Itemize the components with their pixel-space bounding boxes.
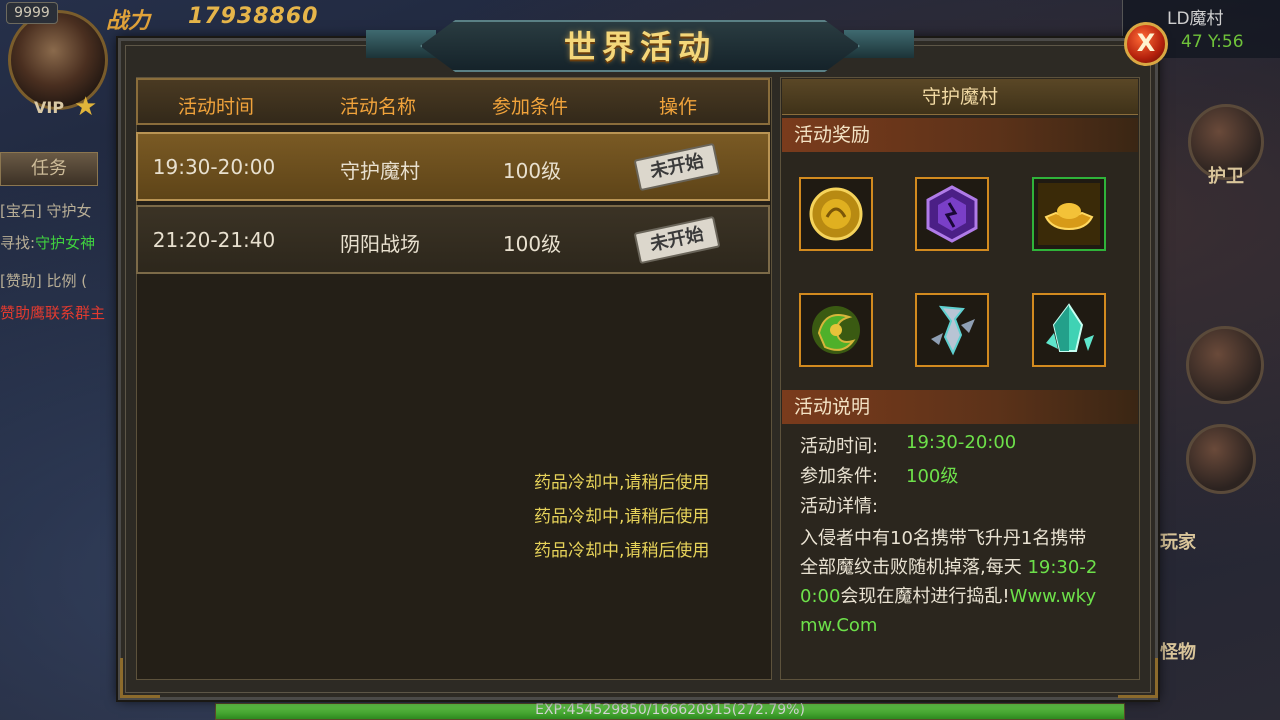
header-action: 操作 [658,96,697,118]
silver-shard-icon [931,305,975,356]
exp-bar: EXP:454529850/166620915(272.79%) [215,702,1125,720]
monster-target-label[interactable]: 怪物 [1160,638,1196,664]
header-condition: 参加条件 [491,96,568,118]
player-target-label[interactable]: 玩家 [1160,528,1196,554]
quest-target-link[interactable]: 守护女神 [35,234,95,252]
crystal-shard-icon [1046,303,1094,352]
row-name: 阴阳战场 [340,232,420,256]
quest-line[interactable]: 赞助鹰联系群主 [0,302,105,323]
quest-line-text: 寻找: [0,234,36,252]
quest-line[interactable]: [赞助] 比例 ( [0,270,87,291]
vip-label: VIP [34,98,65,117]
info-time-label: 活动时间: [800,436,879,457]
quest-line-text: [宝石] 守护女 [0,202,92,220]
header-time: 活动时间 [177,96,254,118]
dialog-title: 世界活动 [563,28,716,66]
exp-text: EXP:454529850/166620915(272.79%) [535,702,805,718]
gold-coin-icon [809,187,863,241]
reward-item-3[interactable] [1032,177,1106,251]
combat-power-value: 17938860 [188,4,319,29]
close-icon: X [1136,29,1156,57]
table-row[interactable]: 21:20-21:40 阴阳战场 100级 未开始 [136,205,770,274]
quest-line[interactable]: [宝石] 守护女 [0,200,91,221]
gold-ingot-icon [1038,183,1100,245]
player-level-badge: 9999 [6,2,58,24]
reward-item-2[interactable] [915,177,989,251]
row-condition: 100级 [502,159,562,183]
description-text: 会现在魔村进行捣乱! [840,586,1010,607]
green-swirl-icon [812,306,860,354]
item-button[interactable] [1186,424,1256,494]
row-condition: 100级 [502,232,562,256]
header-name: 活动名称 [339,96,416,118]
location-name: LD魔村 [1167,9,1224,29]
location-coords: 47 Y:56 [1181,32,1244,52]
detail-title: 守护魔村 [782,79,1138,115]
activity-description: 入侵者中有10名携带飞升丹1名携带全部魔纹击败随机掉落,每天 19:30-20:… [800,524,1100,640]
row-time: 21:20-21:40 [152,228,276,252]
guard-label: 护卫 [1208,166,1244,187]
skill-button[interactable] [1186,326,1264,404]
not-started-stamp[interactable]: 未开始 [633,142,721,192]
not-started-stamp[interactable]: 未开始 [633,215,721,265]
info-time-value: 19:30-20:00 [906,432,1017,453]
table-row[interactable]: 19:30-20:00 守护魔村 100级 未开始 [136,132,770,201]
system-toast: 药品冷却中,请稍后使用 [534,541,710,561]
row-time: 19:30-20:00 [152,155,276,179]
quest-line-text: 赞助鹰联系群主 [0,304,106,322]
purple-gem-icon [926,185,978,243]
row-name: 守护魔村 [340,159,420,183]
system-toast: 药品冷却中,请稍后使用 [534,473,710,493]
reward-item-4[interactable] [799,293,873,367]
task-tab[interactable]: 任务 [0,152,98,186]
reward-item-6[interactable] [1032,293,1106,367]
combat-power-label: 战力 [106,8,151,34]
description-section-header: 活动说明 [782,390,1138,424]
info-condition-label: 参加条件: [800,466,879,487]
reward-section-header: 活动奖励 [782,118,1138,152]
activity-table-header: 活动时间 活动名称 参加条件 操作 [136,78,770,125]
reward-item-5[interactable] [915,293,989,367]
quest-line-text: [赞助] 比例 ( [0,272,88,290]
vip-star-icon: ★ [74,92,98,122]
info-detail-label: 活动详情: [800,496,879,517]
close-button[interactable]: X [1124,22,1168,66]
quest-line[interactable]: 寻找:守护女神 [0,232,95,253]
info-condition-value: 100级 [906,466,959,487]
system-toast: 药品冷却中,请稍后使用 [534,507,710,527]
reward-item-1[interactable] [799,177,873,251]
